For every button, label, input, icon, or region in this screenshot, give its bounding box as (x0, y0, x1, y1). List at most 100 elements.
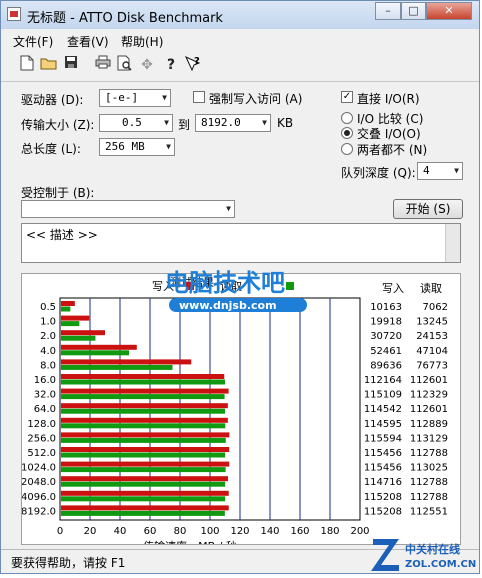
new-file-icon[interactable] (17, 55, 37, 75)
toolbar-separator (1, 81, 479, 82)
transfer-to-select[interactable]: 8192.0 ▼ (195, 114, 271, 132)
print-icon[interactable] (93, 55, 113, 75)
read-bar (61, 321, 80, 327)
x-tick-label: 200 (350, 526, 369, 537)
read-bar (61, 510, 225, 516)
category-label: 4.0 (40, 346, 56, 357)
x-tick-label: 180 (320, 526, 339, 537)
write-bar (61, 447, 230, 452)
write-value: 115456 (364, 448, 402, 459)
drive-label: 驱动器 (D): (21, 93, 84, 107)
legend-write-swatch (186, 282, 194, 290)
write-value: 115109 (364, 390, 402, 401)
overlap-io-radio[interactable] (341, 127, 353, 139)
help-icon[interactable]: ? (161, 55, 181, 75)
print-preview-icon[interactable] (115, 55, 135, 75)
context-help-icon[interactable]: ? (183, 55, 203, 75)
write-value: 112164 (364, 375, 402, 386)
total-length-value: 256 MB (105, 140, 145, 153)
drive-value: [-e-] (105, 91, 139, 104)
read-bar (61, 335, 96, 341)
maximize-icon: □ (408, 4, 419, 17)
category-label: 32.0 (34, 390, 56, 401)
write-value: 115594 (364, 433, 402, 444)
read-value: 113129 (410, 433, 448, 444)
transfer-to-value: 8192.0 (201, 116, 241, 129)
chevron-down-icon: ▼ (162, 93, 167, 102)
total-length-select[interactable]: 256 MB ▼ (99, 138, 175, 156)
checkmark-icon: ✓ (342, 91, 352, 102)
category-label: 64.0 (34, 404, 56, 415)
category-label: 256.0 (27, 433, 56, 444)
app-window: 无标题 - ATTO Disk Benchmark – □ ✕ 文件(F) 查看… (0, 0, 480, 574)
category-label: 2.0 (40, 331, 56, 342)
write-value: 114595 (364, 419, 402, 430)
read-bar (61, 379, 225, 385)
app-icon (7, 7, 21, 21)
description-scrollbar[interactable] (445, 224, 460, 262)
overlap-io-label: 交叠 I/O(O) (357, 127, 421, 141)
read-value: 112329 (410, 390, 448, 401)
controlled-by-select[interactable]: ▼ (21, 200, 235, 218)
read-bar (61, 350, 129, 356)
menu-file[interactable]: 文件(F) (13, 33, 53, 50)
start-button[interactable]: 开始 (S) (393, 199, 463, 219)
read-value: 7062 (423, 302, 448, 313)
transfer-from-value: 0.5 (122, 116, 142, 129)
write-bar (61, 505, 229, 511)
write-value: 52461 (370, 346, 402, 357)
write-value: 115208 (364, 506, 402, 517)
force-write-checkbox[interactable] (193, 91, 205, 103)
category-label: 128.0 (27, 419, 56, 430)
x-tick-label: 0 (57, 526, 63, 537)
read-value: 76773 (416, 360, 448, 371)
read-bar (61, 481, 226, 487)
chevron-down-icon: ▼ (262, 118, 267, 127)
queue-depth-label: 队列深度 (Q): (341, 166, 416, 180)
x-tick-label: 40 (114, 526, 127, 537)
x-tick-label: 20 (84, 526, 97, 537)
title-bar[interactable]: 无标题 - ATTO Disk Benchmark – □ ✕ (1, 1, 479, 29)
category-label: 1.0 (40, 317, 56, 328)
zol-name: 中关村在线 (405, 542, 460, 556)
save-icon[interactable] (61, 55, 81, 75)
x-tick-label: 140 (260, 526, 279, 537)
read-value: 24153 (416, 331, 448, 342)
write-value: 10163 (370, 302, 402, 313)
minimize-button[interactable]: – (375, 2, 401, 20)
write-value: 115208 (364, 492, 402, 503)
close-button[interactable]: ✕ (426, 2, 472, 20)
write-bar (61, 461, 230, 467)
write-value: 89636 (370, 360, 402, 371)
description-text: << 描述 >> (26, 228, 98, 242)
direct-io-checkbox[interactable]: ✓ (341, 91, 353, 103)
move-icon[interactable]: ✥ (137, 55, 157, 75)
menu-view[interactable]: 查看(V) (67, 33, 109, 50)
drive-select[interactable]: [-e-] ▼ (99, 89, 171, 107)
queue-depth-select[interactable]: 4 ▼ (417, 162, 463, 180)
menu-bar: 文件(F) 查看(V) 帮助(H) (1, 31, 479, 51)
x-tick-label: 60 (144, 526, 157, 537)
write-bar (61, 374, 225, 379)
neither-radio[interactable] (341, 143, 353, 155)
open-folder-icon[interactable] (39, 55, 59, 75)
menu-help[interactable]: 帮助(H) (121, 33, 163, 50)
write-bar (61, 403, 228, 409)
category-label: 4096.0 (22, 492, 56, 503)
description-box[interactable]: << 描述 >> (21, 223, 461, 263)
controlled-by-label: 受控制于 (B): (21, 186, 95, 200)
transfer-from-select[interactable]: 0.5 ▼ (99, 114, 173, 132)
neither-label: 两者都不 (N) (357, 143, 428, 157)
x-tick-label: 160 (290, 526, 309, 537)
io-compare-radio[interactable] (341, 112, 353, 124)
maximize-button[interactable]: □ (401, 2, 426, 20)
write-bar (61, 490, 229, 496)
transfer-to-label: 到 (178, 118, 191, 132)
x-axis-title: 传输速率 - MB / 秒 (143, 539, 237, 544)
read-bar (61, 306, 71, 312)
read-value: 112788 (410, 492, 448, 503)
write-value: 30720 (370, 331, 402, 342)
x-tick-label: 120 (230, 526, 249, 537)
chevron-down-icon: ▼ (166, 142, 171, 151)
write-bar (61, 476, 228, 482)
